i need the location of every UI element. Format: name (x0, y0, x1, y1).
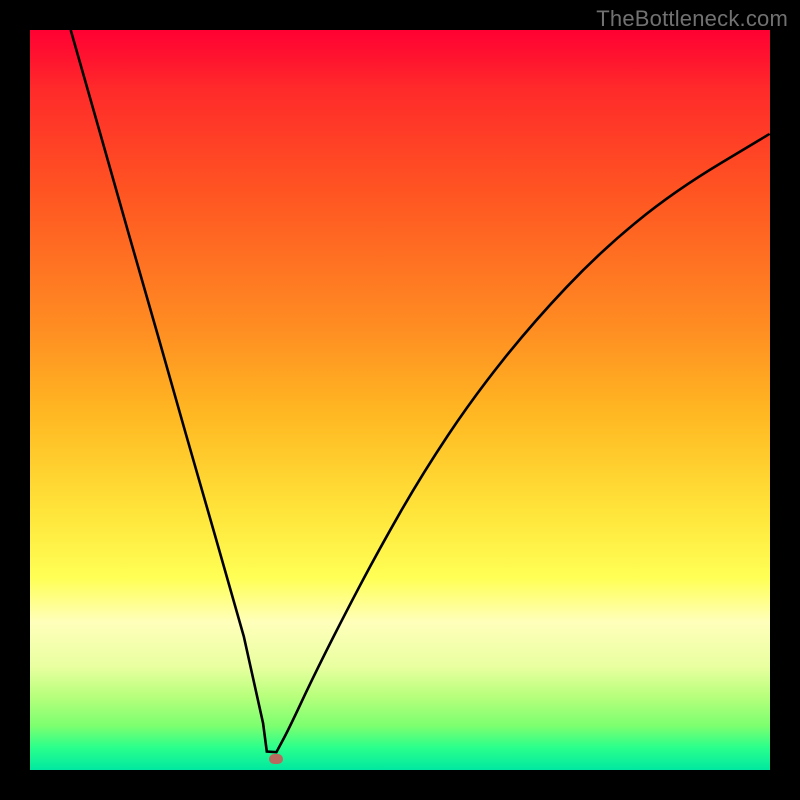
watermark-text: TheBottleneck.com (596, 6, 788, 32)
plot-area (30, 30, 770, 770)
curve-line (71, 30, 770, 752)
optimum-marker (269, 754, 283, 764)
bottleneck-curve (30, 30, 770, 770)
